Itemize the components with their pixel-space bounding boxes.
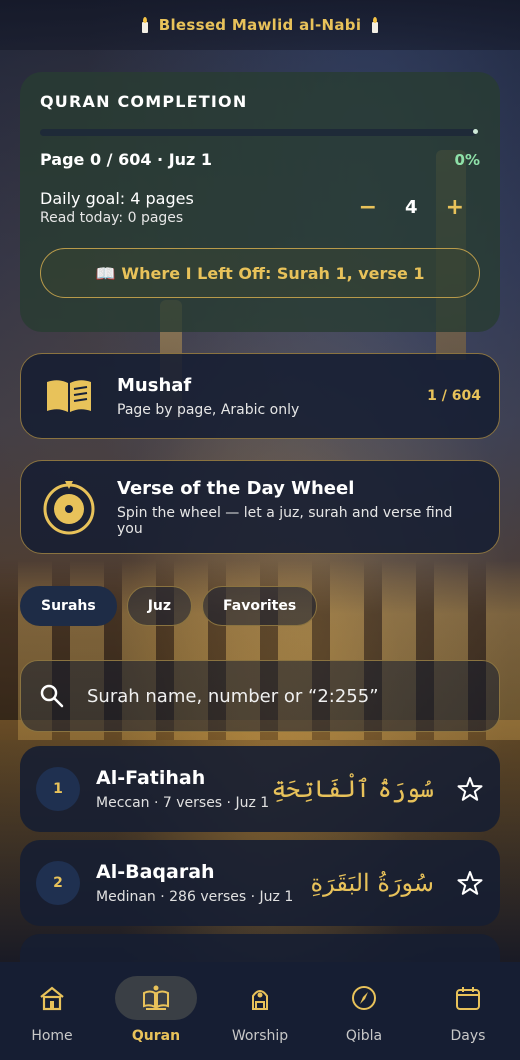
surah-number-badge: 2 xyxy=(36,861,80,905)
surah-row[interactable]: 1 Al-Fatihah Meccan · 7 verses · Juz 1 س… xyxy=(20,746,500,832)
increase-goal-button[interactable]: + xyxy=(446,195,464,220)
mushaf-card[interactable]: Mushaf Page by page, Arabic only 1 / 604 xyxy=(20,353,500,439)
completion-title: QURAN COMPLETION xyxy=(40,92,248,111)
search-bar xyxy=(20,660,500,732)
daily-goal-stepper: − 4 + xyxy=(359,195,464,220)
prayer-icon xyxy=(252,990,268,1010)
surah-name: Al-Fatihah xyxy=(96,767,206,789)
goal-value: 4 xyxy=(405,197,418,218)
nav-qibla[interactable]: Qibla xyxy=(319,976,409,1044)
list-tabs: Surahs Juz Favorites xyxy=(20,586,318,626)
page-progress-text: Page 0 / 604 · Juz 1 xyxy=(40,150,213,169)
tab-favorites[interactable]: Favorites xyxy=(202,586,318,626)
surah-search-input[interactable] xyxy=(87,685,481,707)
decrease-goal-button[interactable]: − xyxy=(359,195,377,220)
completion-progress-bar xyxy=(40,129,478,136)
surah-row[interactable]: 2 Al-Baqarah Medinan · 286 verses · Juz … xyxy=(20,840,500,926)
candle-icon xyxy=(141,17,149,33)
surah-meta: Meccan · 7 verses · Juz 1 xyxy=(96,795,270,811)
nav-quran[interactable]: Quran xyxy=(111,976,201,1044)
daily-goal-text: Daily goal: 4 pages xyxy=(40,189,194,208)
surah-meta: Medinan · 286 verses · Juz 1 xyxy=(96,889,294,905)
favorite-star-icon[interactable] xyxy=(456,775,484,803)
verse-wheel-card[interactable]: Verse of the Day Wheel Spin the wheel — … xyxy=(20,460,500,554)
percent-complete: 0% xyxy=(454,150,480,169)
surah-number-badge: 1 xyxy=(36,767,80,811)
compass-icon xyxy=(352,986,376,1010)
quran-icon xyxy=(143,985,169,1010)
nav-days-label: Days xyxy=(450,1028,486,1044)
resume-reading-button[interactable]: 📖 Where I Left Off: Surah 1, verse 1 xyxy=(40,248,480,298)
home-icon xyxy=(40,986,64,1011)
progress-end-dot xyxy=(473,129,478,134)
resume-reading-label: Where I Left Off: Surah 1, verse 1 xyxy=(121,263,425,283)
tab-juz[interactable]: Juz xyxy=(126,586,193,626)
nav-worship[interactable]: Worship xyxy=(215,976,305,1044)
nav-home[interactable]: Home xyxy=(7,976,97,1044)
bottom-navigation: Home Quran Worship Qibla Days xyxy=(0,962,520,1060)
mawlid-banner: Blessed Mawlid al-Nabi xyxy=(0,0,520,50)
read-today-text: Read today: 0 pages xyxy=(40,210,184,226)
mushaf-title: Mushaf xyxy=(117,374,192,396)
nav-days[interactable]: Days xyxy=(423,976,513,1044)
open-book-icon xyxy=(47,380,91,412)
quran-completion-card: QURAN COMPLETION Page 0 / 604 · Juz 1 0%… xyxy=(20,72,500,332)
surah-arabic-name: سُورَةُ ٱلْفَاتِحَةِ xyxy=(271,775,434,803)
nav-qibla-label: Qibla xyxy=(345,1028,383,1044)
nav-home-label: Home xyxy=(31,1028,73,1044)
wheel-icon xyxy=(43,481,95,535)
wheel-title: Verse of the Day Wheel xyxy=(117,477,355,499)
surah-name: Al-Baqarah xyxy=(96,861,215,883)
search-icon xyxy=(40,684,64,708)
mushaf-page-count: 1 / 604 xyxy=(427,388,481,404)
favorite-star-icon[interactable] xyxy=(456,869,484,897)
candle-icon xyxy=(371,17,379,33)
banner-text: Blessed Mawlid al-Nabi xyxy=(158,16,362,34)
nav-worship-label: Worship xyxy=(231,1028,289,1044)
nav-quran-label: Quran xyxy=(131,1028,181,1044)
mushaf-subtitle: Page by page, Arabic only xyxy=(117,401,300,418)
surah-arabic-name: سُورَةُ البَقَرَةِ xyxy=(310,869,434,897)
calendar-icon xyxy=(456,987,480,1010)
wheel-subtitle: Spin the wheel — let a juz, surah and ve… xyxy=(117,504,453,537)
tab-surahs[interactable]: Surahs xyxy=(20,586,117,626)
book-icon: 📖 xyxy=(95,263,116,283)
